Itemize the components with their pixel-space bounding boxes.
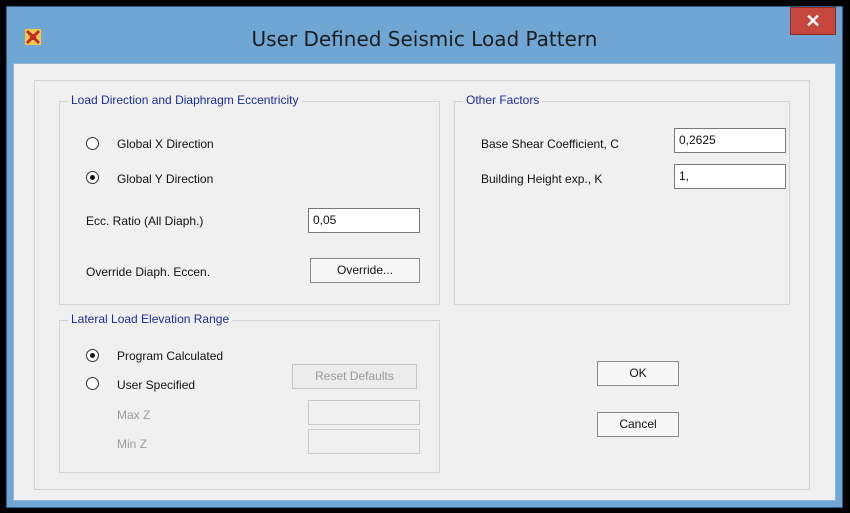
content-panel: Load Direction and Diaphragm Eccentricit… [34, 80, 810, 490]
title-bar[interactable]: User Defined Seismic Load Pattern ✕ [7, 7, 842, 63]
building-height-input[interactable]: 1, [674, 164, 786, 189]
min-z-label: Min Z [117, 437, 147, 451]
cancel-button[interactable]: Cancel [597, 412, 679, 437]
max-z-input[interactable] [308, 400, 420, 425]
override-button[interactable]: Override... [310, 258, 420, 283]
base-shear-input[interactable]: 0,2625 [674, 128, 786, 153]
global-x-label[interactable]: Global X Direction [117, 137, 214, 151]
other-factors-group: Other Factors Base Shear Coefficient, C … [454, 93, 790, 305]
reset-defaults-button[interactable]: Reset Defaults [292, 364, 417, 389]
ecc-ratio-input[interactable]: 0,05 [308, 208, 420, 233]
global-x-radio[interactable] [86, 137, 99, 150]
max-z-label: Max Z [117, 408, 151, 422]
dialog-window: User Defined Seismic Load Pattern ✕ Load… [6, 6, 843, 508]
global-y-label[interactable]: Global Y Direction [117, 172, 213, 186]
ok-button[interactable]: OK [597, 361, 679, 386]
program-calculated-radio[interactable] [86, 349, 99, 362]
lateral-load-group: Lateral Load Elevation Range Program Cal… [59, 312, 440, 473]
ecc-ratio-label: Ecc. Ratio (All Diaph.) [86, 214, 204, 228]
global-y-radio[interactable] [86, 171, 99, 184]
load-direction-group: Load Direction and Diaphragm Eccentricit… [59, 93, 440, 305]
close-icon: ✕ [805, 11, 821, 31]
close-button[interactable]: ✕ [790, 7, 836, 35]
override-label: Override Diaph. Eccen. [86, 265, 211, 279]
lateral-load-group-title: Lateral Load Elevation Range [68, 312, 233, 326]
window-title: User Defined Seismic Load Pattern [251, 27, 598, 51]
user-specified-radio[interactable] [86, 377, 99, 390]
min-z-input[interactable] [308, 429, 420, 454]
dialog-client-area: Load Direction and Diaphragm Eccentricit… [13, 63, 836, 501]
base-shear-label: Base Shear Coefficient, C [481, 137, 619, 151]
building-height-label: Building Height exp., K [481, 172, 603, 186]
program-calculated-label[interactable]: Program Calculated [117, 349, 223, 363]
load-direction-group-title: Load Direction and Diaphragm Eccentricit… [68, 93, 302, 107]
other-factors-group-title: Other Factors [463, 93, 543, 107]
user-specified-label[interactable]: User Specified [117, 378, 195, 392]
